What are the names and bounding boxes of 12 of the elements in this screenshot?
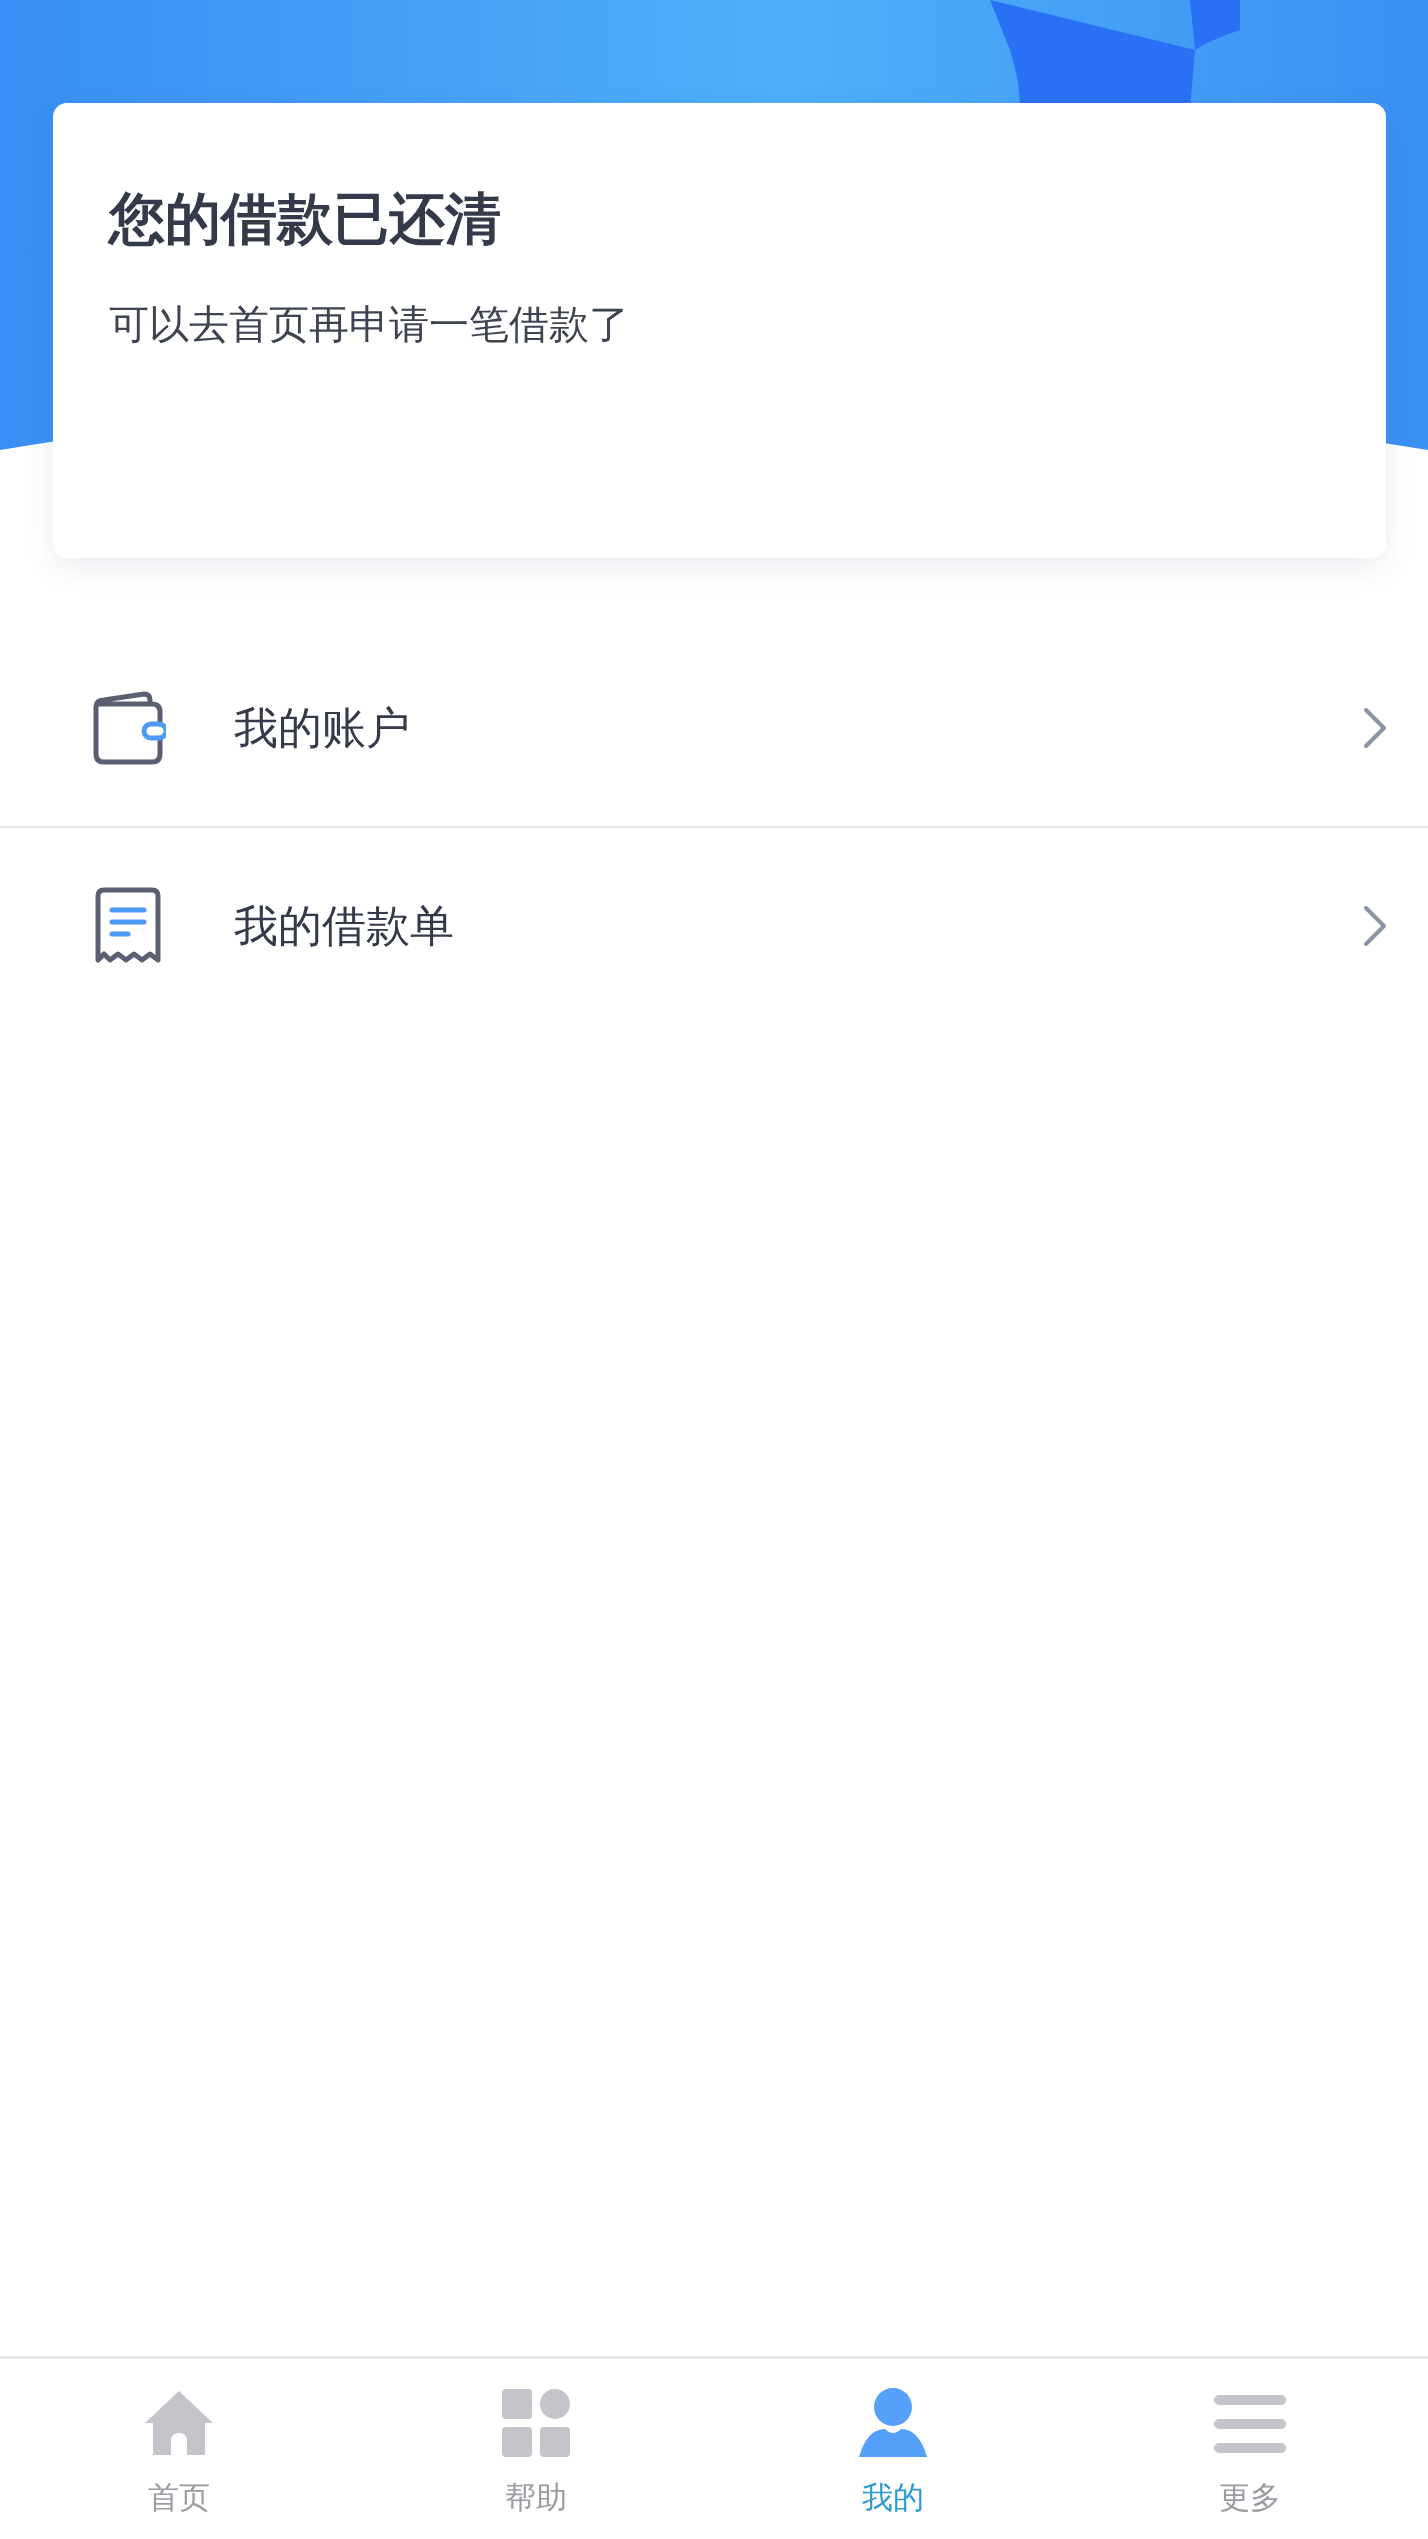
chevron-icon	[1362, 904, 1388, 948]
tab[interactable]: 首页	[0, 2359, 357, 2539]
chevron-icon	[1362, 706, 1388, 750]
menu-row[interactable]: 我的借款单	[0, 828, 1428, 1024]
menu-label: 我的账户	[234, 700, 411, 755]
tab[interactable]: 帮助	[357, 2359, 714, 2539]
tab[interactable]: 我的	[714, 2359, 1071, 2539]
menu-row[interactable]: 我的账户	[0, 630, 1428, 828]
card-title: 您的借款已还清	[109, 185, 502, 253]
menu-label: 我的借款单	[234, 898, 455, 953]
card-subtitle: 可以去首页再申请一笔借款了	[109, 300, 630, 349]
tab[interactable]: 更多	[1071, 2359, 1428, 2539]
